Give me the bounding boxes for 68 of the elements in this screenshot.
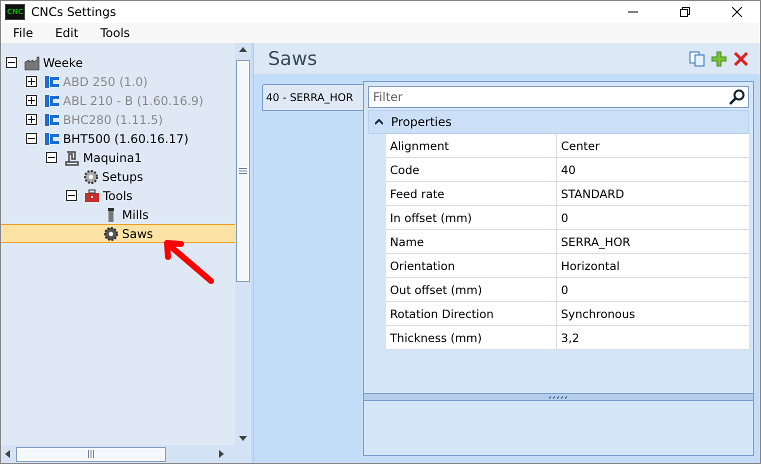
scroll-down-icon[interactable] <box>239 436 247 441</box>
search-icon[interactable] <box>729 89 745 105</box>
property-name: Feed rate <box>389 186 446 202</box>
property-value[interactable]: 40 <box>556 158 749 181</box>
menu-item[interactable]: Edit <box>47 26 92 40</box>
collapse-caret-icon <box>375 119 383 125</box>
plus-icon <box>28 97 35 104</box>
selected-tree-item[interactable]: Saws <box>1 224 235 243</box>
collapse-button[interactable] <box>26 133 37 144</box>
grip-icon <box>239 168 247 174</box>
gear-icon <box>83 168 99 184</box>
brand-icon <box>44 112 60 128</box>
filter-field[interactable]: Filter <box>368 86 749 108</box>
panel-title: Saws <box>268 48 318 70</box>
scroll-thumb[interactable] <box>16 446 166 462</box>
brand-icon <box>44 92 60 108</box>
plus-icon <box>28 78 35 85</box>
horizontal-scrollbar[interactable] <box>1 445 251 463</box>
toolbox-icon <box>84 188 100 204</box>
tree-item[interactable]: Tools <box>1 186 235 205</box>
brand-icon <box>44 130 60 146</box>
property-value[interactable]: 3,2 <box>556 326 749 349</box>
properties-group-header[interactable]: Properties <box>368 110 749 134</box>
vertical-scrollbar[interactable] <box>235 43 251 445</box>
property-value[interactable]: STANDARD <box>556 182 749 205</box>
collapse-button[interactable] <box>6 57 17 68</box>
gear-icon <box>103 226 119 242</box>
scroll-left-icon[interactable] <box>5 450 10 458</box>
property-value[interactable]: Center <box>556 134 749 157</box>
property-name: In offset (mm) <box>389 210 473 226</box>
property-value[interactable]: Synchronous <box>556 302 749 325</box>
grip-icon <box>548 396 568 398</box>
minus-icon <box>8 59 15 66</box>
tree-item[interactable]: Weeke <box>1 53 235 72</box>
tree-item[interactable]: Mills <box>1 205 235 224</box>
property-name: Thickness (mm) <box>389 330 483 346</box>
menu-item[interactable]: Tools <box>92 26 144 40</box>
property-name: Orientation <box>389 258 456 274</box>
property-name: Alignment <box>389 138 450 154</box>
collapse-button[interactable] <box>46 152 57 163</box>
menu-item[interactable]: File <box>5 26 48 40</box>
brand-icon <box>44 74 60 90</box>
restore-icon <box>680 7 690 17</box>
factory-icon <box>24 54 40 70</box>
tree-item[interactable]: Maquina1 <box>1 148 235 167</box>
property-name: Out offset (mm) <box>389 282 484 298</box>
machine-icon <box>64 150 80 166</box>
minus-icon <box>68 192 75 199</box>
property-name: Name <box>389 234 425 250</box>
plus-icon <box>28 116 35 123</box>
tree-item[interactable]: Setups <box>1 167 235 186</box>
grip-icon <box>88 450 94 458</box>
tree-item[interactable]: BHT500 (1.60.16.17) <box>1 129 235 148</box>
collapse-button[interactable] <box>66 190 77 201</box>
property-name: Code <box>389 162 420 178</box>
property-value[interactable]: 0 <box>556 278 749 301</box>
property-value[interactable]: 0 <box>556 206 749 229</box>
property-name: Rotation Direction <box>389 306 495 322</box>
minus-icon <box>48 154 55 161</box>
scroll-thumb[interactable] <box>236 60 250 282</box>
scroll-up-icon[interactable] <box>239 47 247 52</box>
property-value[interactable]: SERRA_HOR <box>556 230 749 253</box>
minus-icon <box>28 135 35 142</box>
window-title: CNCs Settings <box>31 5 118 19</box>
close-icon <box>732 7 742 17</box>
property-value[interactable]: Horizontal <box>556 254 749 277</box>
scroll-right-icon[interactable] <box>219 450 224 458</box>
record-tab[interactable]: 40 - SERRA_HOR <box>262 84 363 111</box>
